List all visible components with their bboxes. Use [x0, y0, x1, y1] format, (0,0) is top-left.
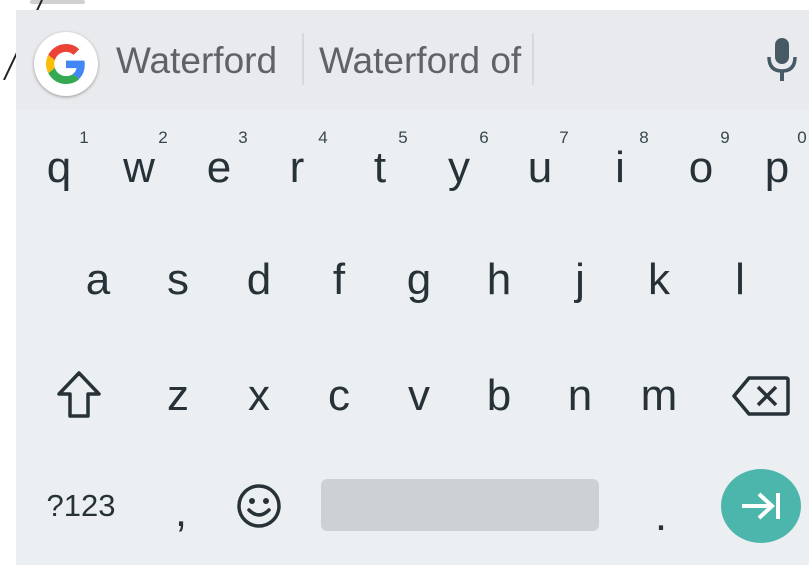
key-w[interactable]: w	[104, 140, 174, 196]
backspace-icon[interactable]	[731, 374, 791, 418]
key-c[interactable]: c	[304, 368, 374, 424]
key-hint-8: 8	[639, 128, 649, 147]
key-hint-1: 1	[79, 128, 89, 147]
space-bar[interactable]	[321, 479, 599, 531]
suggestion-1[interactable]: Waterford	[116, 38, 277, 84]
key-e[interactable]: e	[184, 140, 254, 196]
key-o[interactable]: o	[666, 140, 736, 196]
suggestion-separator	[532, 33, 534, 85]
key-b[interactable]: b	[464, 368, 534, 424]
key-hint-9: 9	[720, 128, 730, 147]
suggestion-separator	[302, 33, 304, 85]
key-t[interactable]: t	[345, 140, 415, 196]
key-v[interactable]: v	[384, 368, 454, 424]
period-key[interactable]: .	[626, 488, 696, 544]
key-x[interactable]: x	[224, 368, 294, 424]
key-hint-5: 5	[398, 128, 408, 147]
google-g-icon	[46, 44, 85, 84]
key-hint-4: 4	[318, 128, 328, 147]
google-search-button[interactable]	[34, 32, 98, 96]
key-f[interactable]: f	[304, 252, 374, 308]
key-y[interactable]: y	[424, 140, 494, 196]
key-q[interactable]: q	[24, 140, 94, 196]
key-a[interactable]: a	[63, 252, 133, 308]
key-z[interactable]: z	[143, 368, 213, 424]
symbols-key[interactable]: ?123	[36, 478, 126, 534]
key-j[interactable]: j	[545, 252, 615, 308]
key-s[interactable]: s	[143, 252, 213, 308]
key-i[interactable]: i	[585, 140, 655, 196]
comma-key[interactable]: ,	[146, 484, 216, 540]
key-l[interactable]: l	[705, 252, 775, 308]
key-g[interactable]: g	[384, 252, 454, 308]
key-r[interactable]: r	[262, 140, 332, 196]
key-hint-0: 0	[797, 128, 807, 147]
key-k[interactable]: k	[624, 252, 694, 308]
key-m[interactable]: m	[624, 368, 694, 424]
key-hint-7: 7	[559, 128, 569, 147]
enter-button[interactable]	[721, 469, 801, 543]
key-hint-3: 3	[238, 128, 248, 147]
key-hint-6: 6	[479, 128, 489, 147]
key-d[interactable]: d	[224, 252, 294, 308]
key-u[interactable]: u	[505, 140, 575, 196]
key-hint-2: 2	[158, 128, 168, 147]
key-h[interactable]: h	[464, 252, 534, 308]
enter-arrow-icon	[742, 492, 780, 520]
microphone-icon[interactable]	[760, 35, 804, 85]
key-p[interactable]: p	[742, 140, 809, 196]
shift-icon[interactable]	[53, 368, 105, 422]
key-n[interactable]: n	[545, 368, 615, 424]
emoji-icon[interactable]	[235, 482, 283, 530]
suggestion-2[interactable]: Waterford of	[319, 38, 521, 84]
